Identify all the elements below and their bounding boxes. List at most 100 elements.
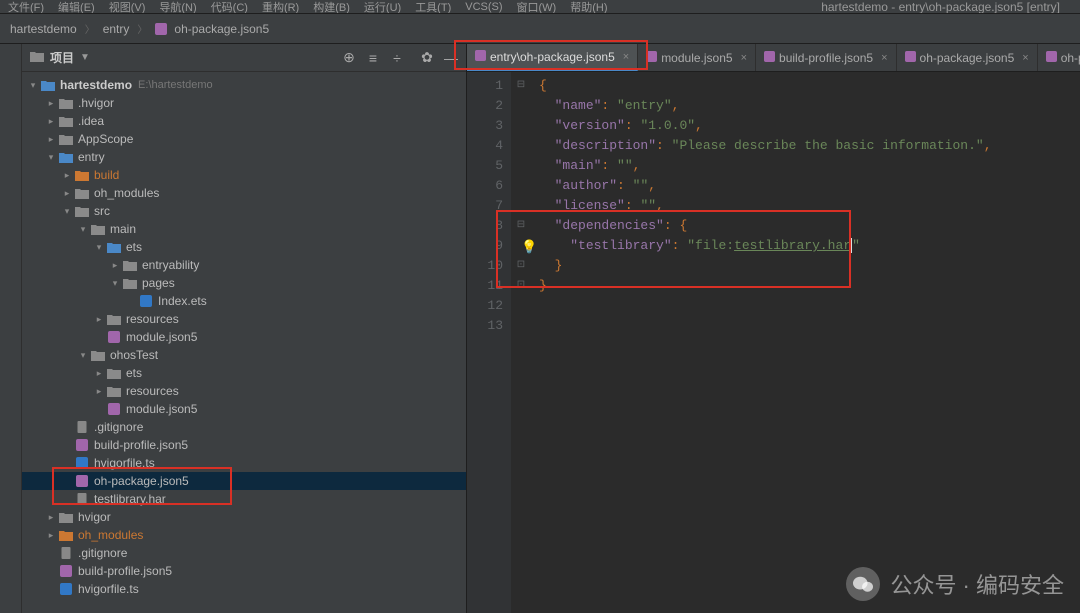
menu-refactor[interactable]: 重构(R) <box>262 0 299 14</box>
chevron-icon[interactable]: ▸ <box>44 98 58 109</box>
tree-item-module-json5[interactable]: module.json5 <box>22 328 466 346</box>
chevron-icon[interactable]: ▾ <box>108 278 122 289</box>
close-icon[interactable]: × <box>741 52 747 64</box>
code-content[interactable]: { "name": "entry", "version": "1.0.0", "… <box>531 72 1080 613</box>
tree-item-resources[interactable]: ▸resources <box>22 382 466 400</box>
tree-item-oh_modules[interactable]: ▸oh_modules <box>22 526 466 544</box>
tree-item-build-profile-json5[interactable]: build-profile.json5 <box>22 562 466 580</box>
tree-item-build[interactable]: ▸build <box>22 166 466 184</box>
chevron-icon[interactable]: ▸ <box>92 368 106 379</box>
folder-icon <box>58 114 74 128</box>
chevron-icon[interactable]: ▸ <box>44 512 58 523</box>
chevron-icon[interactable]: ▸ <box>60 188 74 199</box>
tree-item-build-profile-json5[interactable]: build-profile.json5 <box>22 436 466 454</box>
close-icon[interactable]: × <box>1022 52 1028 64</box>
fold-column[interactable]: ⊟⊟⊡⊡ <box>511 72 531 613</box>
chevron-icon[interactable]: ▾ <box>92 242 106 253</box>
tree-item-ets[interactable]: ▾ets <box>22 238 466 256</box>
menu-help[interactable]: 帮助(H) <box>570 0 607 14</box>
folder-icon <box>74 204 90 218</box>
tree-item-pages[interactable]: ▾pages <box>22 274 466 292</box>
close-icon[interactable]: × <box>623 51 629 63</box>
folder-icon <box>106 384 122 398</box>
code-editor[interactable]: 12345678910111213 ⊟⊟⊡⊡ { "name": "entry"… <box>467 72 1080 613</box>
menu-file[interactable]: 文件(F) <box>8 0 44 14</box>
folder-icon <box>58 96 74 110</box>
menu-edit[interactable]: 编辑(E) <box>58 0 95 14</box>
chevron-icon[interactable]: ▾ <box>76 224 90 235</box>
ets-icon <box>138 294 154 308</box>
tree-item-appscope[interactable]: ▸AppScope <box>22 130 466 148</box>
folder-icon <box>106 312 122 326</box>
tool-window-strip[interactable] <box>0 44 22 613</box>
tree-item-hvigorfile-ts[interactable]: hvigorfile.ts <box>22 454 466 472</box>
tree-root[interactable]: ▾hartestdemoE:\hartestdemo <box>22 76 466 94</box>
tree-item-entryability[interactable]: ▸entryability <box>22 256 466 274</box>
menu-tools[interactable]: 工具(T) <box>415 0 451 14</box>
folder-icon <box>90 348 106 362</box>
tree-item-index-ets[interactable]: Index.ets <box>22 292 466 310</box>
chevron-icon[interactable]: ▸ <box>92 386 106 397</box>
tree-item-hvigorfile-ts[interactable]: hvigorfile.ts <box>22 580 466 598</box>
menu-window[interactable]: 窗口(W) <box>517 0 557 14</box>
settings-icon[interactable]: ✿ <box>418 49 436 67</box>
ts-icon <box>74 456 90 470</box>
tree-item-oh-package-json5[interactable]: oh-package.json5 <box>22 472 466 490</box>
menu-bar: 文件(F) 编辑(E) 视图(V) 导航(N) 代码(C) 重构(R) 构建(B… <box>0 0 1080 14</box>
folder-icon <box>90 222 106 236</box>
menu-run[interactable]: 运行(U) <box>364 0 401 14</box>
tree-item-module-json5[interactable]: module.json5 <box>22 400 466 418</box>
menu-nav[interactable]: 导航(N) <box>159 0 196 14</box>
tree-item-hvigor[interactable]: ▸hvigor <box>22 508 466 526</box>
json-icon <box>58 564 74 578</box>
json-file-icon <box>475 50 486 64</box>
expand-all-button[interactable]: ≡ <box>364 49 382 67</box>
editor-tab[interactable]: oh-package.json5× <box>897 44 1038 71</box>
project-pane-label[interactable]: 项目 <box>50 49 74 66</box>
menu-vcs[interactable]: VCS(S) <box>465 1 502 13</box>
breadcrumb-module[interactable]: entry <box>103 22 130 36</box>
json-file-icon <box>1046 51 1057 65</box>
tree-item-src[interactable]: ▾src <box>22 202 466 220</box>
project-tree[interactable]: ▾hartestdemoE:\hartestdemo▸.hvigor▸.idea… <box>22 72 466 613</box>
folder-orange-icon <box>58 528 74 542</box>
tree-item--hvigor[interactable]: ▸.hvigor <box>22 94 466 112</box>
line-gutter: 12345678910111213 <box>467 72 511 613</box>
hide-button[interactable]: — <box>442 49 460 67</box>
chevron-icon[interactable]: ▸ <box>108 260 122 271</box>
chevron-icon[interactable]: ▸ <box>44 530 58 541</box>
tree-item--gitignore[interactable]: .gitignore <box>22 418 466 436</box>
collapse-all-button[interactable]: ÷ <box>388 49 406 67</box>
chevron-icon[interactable]: ▾ <box>60 206 74 217</box>
editor-tab[interactable]: build-profile.json5× <box>756 44 897 71</box>
editor-tab[interactable]: entry\oh-package.json5× <box>467 44 638 71</box>
chevron-icon[interactable]: ▸ <box>44 116 58 127</box>
tree-item-ets[interactable]: ▸ets <box>22 364 466 382</box>
locate-file-button[interactable]: ⊕ <box>340 49 358 67</box>
chevron-icon[interactable]: ▸ <box>60 170 74 181</box>
tree-item--gitignore[interactable]: .gitignore <box>22 544 466 562</box>
chevron-down-icon[interactable]: ▼ <box>80 52 90 63</box>
tree-item-entry[interactable]: ▾entry <box>22 148 466 166</box>
tree-item-testlibrary-har[interactable]: testlibrary.har <box>22 490 466 508</box>
breadcrumb-project[interactable]: hartestdemo <box>10 22 77 36</box>
tree-item-main[interactable]: ▾main <box>22 220 466 238</box>
chevron-icon[interactable]: ▸ <box>92 314 106 325</box>
editor-tab[interactable]: oh-p <box>1038 44 1080 71</box>
menu-view[interactable]: 视图(V) <box>109 0 146 14</box>
chevron-icon[interactable]: ▸ <box>44 134 58 145</box>
tree-item-oh_modules[interactable]: ▸oh_modules <box>22 184 466 202</box>
close-icon[interactable]: × <box>881 52 887 64</box>
chevron-icon[interactable]: ▾ <box>44 152 58 163</box>
menu-build[interactable]: 构建(B) <box>313 0 350 14</box>
tree-item--idea[interactable]: ▸.idea <box>22 112 466 130</box>
menu-code[interactable]: 代码(C) <box>211 0 248 14</box>
breadcrumb-file[interactable]: oh-package.json5 <box>174 22 269 36</box>
intention-bulb-icon[interactable]: 💡 <box>521 238 537 258</box>
chevron-icon[interactable]: ▾ <box>76 350 90 361</box>
tree-item-resources[interactable]: ▸resources <box>22 310 466 328</box>
tree-item-ohostest[interactable]: ▾ohosTest <box>22 346 466 364</box>
editor-tabs: entry\oh-package.json5×module.json5×buil… <box>467 44 1080 72</box>
json-icon <box>74 438 90 452</box>
editor-tab[interactable]: module.json5× <box>638 44 756 71</box>
